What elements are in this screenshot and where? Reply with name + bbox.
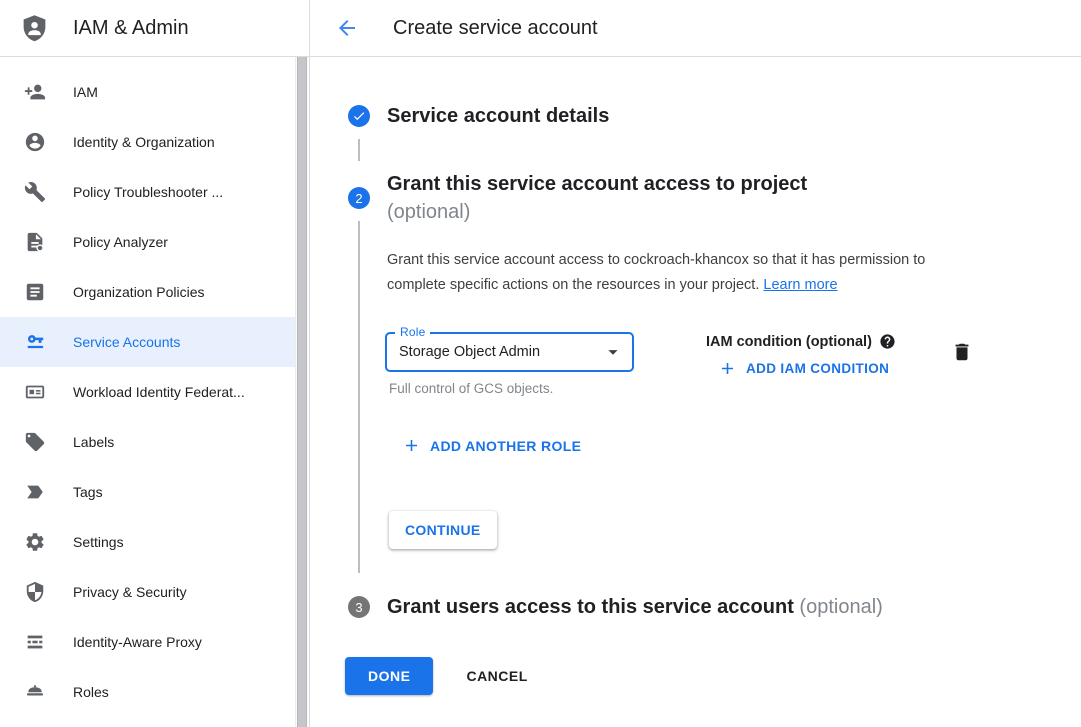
step1-completed-check-icon: [348, 105, 370, 127]
sidebar-item-workload-identity-federation[interactable]: Workload Identity Federat...: [0, 367, 295, 417]
iam-condition-label: IAM condition (optional): [706, 334, 872, 350]
app-title: IAM & Admin: [73, 17, 189, 40]
step1-title: Service account details: [387, 102, 609, 130]
tag-icon: [24, 431, 46, 453]
article-icon: [24, 281, 46, 303]
step3-title-text: Grant users access to this service accou…: [387, 596, 794, 618]
role-select[interactable]: Role Storage Object Admin: [385, 332, 634, 372]
delete-role-button[interactable]: [950, 341, 974, 365]
form-actions: DONE CANCEL: [345, 657, 1081, 695]
sidebar-item-organization-policies[interactable]: Organization Policies: [0, 267, 295, 317]
half-shield-icon: [24, 581, 46, 603]
step2-number-badge: 2: [348, 187, 370, 209]
role-field-group: Role Storage Object Admin Full control o…: [387, 332, 634, 396]
add-another-role-label: ADD ANOTHER ROLE: [430, 438, 581, 454]
step-grant-access-to-project: 2 Grant this service account access to p…: [348, 170, 1081, 573]
iam-shield-logo-icon: [20, 13, 49, 44]
step2-title: Grant this service account access to pro…: [387, 170, 981, 226]
chevron-down-icon: [602, 341, 624, 363]
sidebar-item-label: Identity-Aware Proxy: [73, 634, 202, 650]
step2-indicator-column: 2: [348, 170, 370, 573]
sidebar-item-service-accounts[interactable]: Service Accounts: [0, 317, 295, 367]
sidebar-item-label: Workload Identity Federat...: [73, 384, 245, 400]
step2-optional-label: (optional): [387, 201, 470, 223]
add-another-role-button[interactable]: ADD ANOTHER ROLE: [402, 436, 981, 455]
role-select-label: Role: [395, 325, 430, 339]
service-account-key-icon: [24, 331, 46, 353]
role-helper-text: Full control of GCS objects.: [389, 381, 634, 396]
sidebar-item-label: Policy Analyzer: [73, 234, 168, 250]
sidebar-item-label: Settings: [73, 534, 124, 550]
step3-number-badge: 3: [348, 596, 370, 618]
policy-doc-icon: [24, 231, 46, 253]
page-title: Create service account: [393, 17, 598, 40]
plus-icon: [718, 359, 737, 378]
sidebar-item-tags[interactable]: Tags: [0, 467, 295, 517]
sidebar-scrollbar-thumb[interactable]: [297, 57, 307, 727]
back-arrow-icon[interactable]: [335, 16, 359, 40]
done-button[interactable]: DONE: [345, 657, 433, 695]
account-circle-icon: [24, 131, 46, 153]
step-connector-line: [358, 221, 360, 573]
sidebar-item-identity-aware-proxy[interactable]: Identity-Aware Proxy: [0, 617, 295, 667]
wrench-icon: [24, 181, 46, 203]
sidebar-item-label: Service Accounts: [73, 334, 180, 350]
step3-optional-label: (optional): [799, 596, 882, 618]
sidebar-item-label: Labels: [73, 434, 114, 450]
sidebar-item-label: Tags: [73, 484, 103, 500]
sidebar-scrollbar-track: [295, 57, 308, 727]
add-iam-condition-button[interactable]: ADD IAM CONDITION: [718, 359, 896, 378]
plus-icon: [402, 436, 421, 455]
sidebar-nav: IAM Identity & Organization Policy Troub…: [0, 57, 310, 727]
sidebar-item-settings[interactable]: Settings: [0, 517, 295, 567]
top-header: IAM & Admin Create service account: [0, 0, 1081, 57]
step3-title: Grant users access to this service accou…: [387, 593, 883, 621]
sidebar-item-label: Identity & Organization: [73, 134, 215, 150]
label-important-icon: [24, 481, 46, 503]
sidebar-item-label: Privacy & Security: [73, 584, 187, 600]
role-binding-row: Role Storage Object Admin Full control o…: [387, 332, 981, 396]
sidebar-item-identity-organization[interactable]: Identity & Organization: [0, 117, 295, 167]
step-service-account-details: Service account details: [348, 102, 1081, 130]
sidebar-item-label: Roles: [73, 684, 109, 700]
trash-icon: [951, 341, 973, 363]
cancel-button[interactable]: CANCEL: [466, 668, 527, 684]
step2-title-text: Grant this service account access to pro…: [387, 173, 807, 195]
create-service-account-form: Service account details 2 Grant this ser…: [310, 57, 1081, 727]
sidebar-item-labels[interactable]: Labels: [0, 417, 295, 467]
sidebar-item-label: Organization Policies: [73, 284, 205, 300]
help-icon[interactable]: [879, 333, 896, 350]
sidebar-item-privacy-security[interactable]: Privacy & Security: [0, 567, 295, 617]
step-connector-line: [358, 139, 360, 161]
sidebar-item-iam[interactable]: IAM: [0, 67, 295, 117]
sidebar-item-policy-analyzer[interactable]: Policy Analyzer: [0, 217, 295, 267]
sidebar-item-label: Policy Troubleshooter ...: [73, 184, 223, 200]
add-iam-condition-label: ADD IAM CONDITION: [746, 361, 889, 376]
app-window: IAM & Admin Create service account IAM I…: [0, 0, 1081, 727]
sidebar-item-policy-troubleshooter[interactable]: Policy Troubleshooter ...: [0, 167, 295, 217]
role-select-value: Storage Object Admin: [399, 344, 602, 360]
product-header: IAM & Admin: [0, 0, 310, 56]
hat-icon: [24, 681, 46, 703]
step-grant-users-access: 3 Grant users access to this service acc…: [348, 593, 1081, 621]
proxy-grid-icon: [24, 631, 46, 653]
iam-condition-group: IAM condition (optional) ADD IAM CONDITI…: [706, 332, 896, 378]
sidebar-item-label: IAM: [73, 84, 98, 100]
badge-card-icon: [24, 381, 46, 403]
sidebar-item-roles[interactable]: Roles: [0, 667, 295, 717]
step2-description: Grant this service account access to coc…: [387, 248, 981, 298]
continue-button[interactable]: CONTINUE: [389, 511, 497, 549]
gear-icon: [24, 531, 46, 553]
person-add-icon: [24, 81, 46, 103]
page-header: Create service account: [310, 0, 598, 56]
learn-more-link[interactable]: Learn more: [763, 277, 837, 293]
